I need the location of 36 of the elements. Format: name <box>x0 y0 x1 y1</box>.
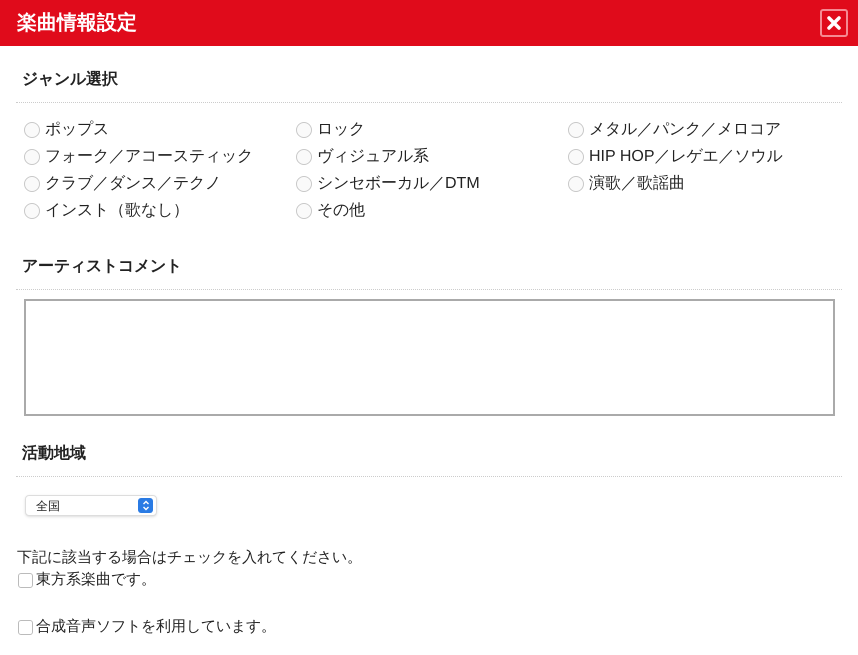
genre-radio-option[interactable]: メタル／パンク／メロコア <box>568 120 781 140</box>
close-icon <box>827 16 841 30</box>
radio-button[interactable] <box>568 122 584 138</box>
radio-button[interactable] <box>24 176 40 192</box>
genre-radio-option[interactable]: HIP HOP／レゲエ／ソウル <box>568 147 782 167</box>
radio-button[interactable] <box>568 176 584 192</box>
checkbox[interactable] <box>18 572 33 588</box>
close-button[interactable] <box>820 9 848 37</box>
genre-radio-option[interactable]: シンセボーカル／DTM <box>296 174 480 194</box>
genre-radio-option[interactable]: 演歌／歌謡曲 <box>568 174 685 194</box>
genre-radio-option[interactable]: その他 <box>296 201 365 221</box>
radio-button[interactable] <box>296 203 312 219</box>
section-heading: アーティストコメント <box>21 257 183 277</box>
radio-button[interactable] <box>568 149 584 165</box>
genre-radio-option[interactable]: ロック <box>296 120 365 140</box>
radio-button[interactable] <box>296 176 312 192</box>
window-title: 楽曲情報設定 <box>17 10 137 36</box>
genre-radio-option[interactable]: クラブ／ダンス／テクノ <box>24 174 221 194</box>
radio-button[interactable] <box>296 149 312 165</box>
stepper-icon <box>138 498 153 513</box>
comment-field[interactable] <box>24 299 835 416</box>
section-heading: 活動地域 <box>21 444 87 464</box>
radio-button[interactable] <box>24 122 40 138</box>
checkbox-option[interactable]: 東方系楽曲です。 <box>18 569 156 591</box>
genre-radio-option[interactable]: インスト（歌なし） <box>24 201 189 221</box>
checkbox-option[interactable]: 合成音声ソフトを利用しています。 <box>18 616 276 638</box>
radio-button[interactable] <box>296 122 312 138</box>
radio-button[interactable] <box>24 203 40 219</box>
region-select[interactable]: 全国 <box>25 495 157 516</box>
genre-radio-option[interactable]: フォーク／アコースティック <box>24 147 253 167</box>
instruction-text: 下記に該当する場合はチェックを入れてください。 <box>17 548 363 568</box>
section-heading: ジャンル選択 <box>21 70 119 90</box>
genre-radio-option[interactable]: ヴィジュアル系 <box>296 147 429 167</box>
checkbox[interactable] <box>18 620 33 634</box>
radio-button[interactable] <box>24 149 40 165</box>
genre-radio-option[interactable]: ポップス <box>24 120 109 140</box>
